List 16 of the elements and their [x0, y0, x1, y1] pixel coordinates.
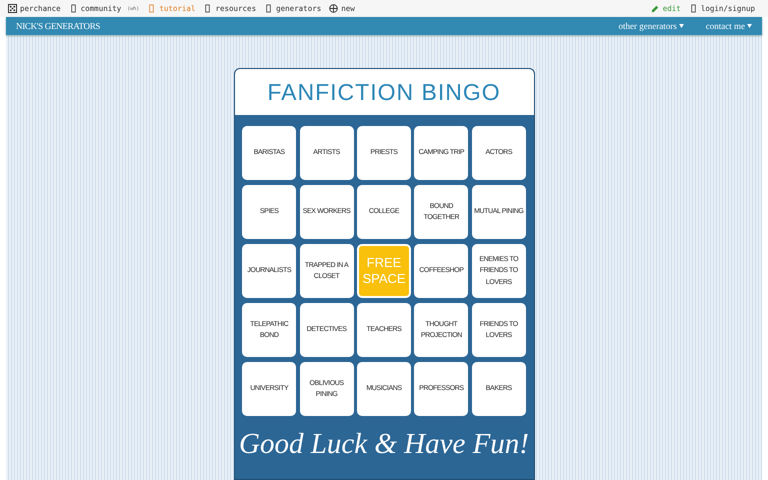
globe-icon [329, 4, 338, 13]
box-icon [147, 4, 156, 13]
free-space-cell: FREE SPACE [357, 244, 411, 298]
dropdown-menu[interactable]: other generators [618, 21, 684, 31]
box-icon [264, 4, 274, 13]
caret-icon [678, 24, 684, 28]
site-title[interactable]: NICK'S GENERATORS [16, 21, 100, 31]
dropdown-menu[interactable]: contact me [706, 21, 752, 31]
card-title: FANFICTION BINGO [234, 69, 534, 115]
caret-icon [747, 24, 752, 28]
box-icon [688, 4, 698, 13]
footer-text: Good Luck & Have Fun! [239, 428, 529, 461]
dice-icon [8, 4, 17, 13]
box-icon [203, 4, 212, 13]
box-icon [68, 4, 78, 13]
pencil-icon [650, 4, 660, 13]
